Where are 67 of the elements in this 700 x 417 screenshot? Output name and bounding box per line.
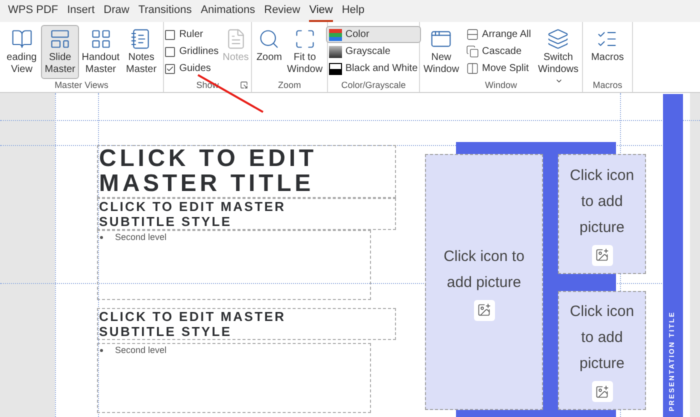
ribbon-button[interactable]: Black and White	[326, 60, 421, 77]
fit-frame-icon	[294, 28, 316, 50]
group-label: Color/Grayscale	[341, 79, 406, 92]
ribbon-button[interactable]: Cascade	[463, 43, 534, 60]
ribbon-button[interactable]: Handout Master	[80, 25, 122, 79]
master-title: CLICK TO EDIT MASTER TITLE	[99, 146, 318, 196]
grayscale-swatch-icon	[329, 46, 342, 58]
grid-icon	[90, 28, 112, 50]
ribbon-button[interactable]: Arrange All	[463, 26, 534, 43]
checkmark-icon	[166, 64, 174, 72]
placeholder-text: Click icon to add picture	[568, 166, 636, 238]
group-label: Master Views	[54, 79, 108, 92]
ribbon-button[interactable]: New Window	[421, 25, 462, 79]
windows-stack-icon	[547, 28, 570, 50]
body-placeholder[interactable]: Second level	[97, 230, 371, 300]
bullet-icon	[100, 349, 103, 352]
monochrome-swatch-icon	[329, 62, 342, 74]
picture-placeholder[interactable]: Click icon to add picture	[558, 154, 646, 274]
ribbon-button[interactable]: Switch Windows	[536, 25, 581, 79]
subtitle-text: CLICK TO EDIT MASTER SUBTITLE STYLE	[99, 199, 287, 229]
ribbon-button[interactable]: Grayscale	[326, 43, 421, 60]
annotation-line	[198, 74, 264, 113]
ribbon-tab[interactable]: Help	[342, 1, 364, 22]
placeholder-text: Click icon to add picture	[442, 246, 526, 292]
rows-icon	[466, 28, 480, 41]
ribbon-button[interactable]: Macros	[589, 25, 626, 79]
ribbon-button[interactable]: Notes Master	[122, 25, 160, 79]
ribbon-tab[interactable]: Animations	[200, 1, 256, 22]
checkbox[interactable]: Gridlines	[165, 43, 219, 60]
group-label: Window	[484, 79, 517, 92]
checkbox[interactable]: Guides	[165, 60, 219, 77]
ribbon-button[interactable]: Zoom	[254, 25, 284, 79]
ribbon-button[interactable]: Slide Master	[41, 25, 79, 79]
insert-picture-icon[interactable]	[592, 244, 612, 266]
ribbon-tab[interactable]: Insert	[67, 1, 95, 22]
checkbox[interactable]: Ruler	[165, 26, 219, 43]
ribbon-tab[interactable]: WPS PDF	[8, 1, 58, 22]
group-label: Macros	[592, 79, 622, 92]
ribbon-tab[interactable]: Draw	[104, 1, 130, 22]
color-swatch-icon	[329, 28, 342, 40]
search-icon	[258, 28, 280, 50]
ribbon-tab[interactable]: Review	[264, 1, 300, 22]
insert-picture-icon[interactable]	[474, 300, 494, 320]
book-icon	[10, 28, 33, 50]
ribbon-button[interactable]: Move Split	[463, 60, 534, 77]
subtitle-placeholder[interactable]: CLICK TO EDIT MASTER SUBTITLE STYLE	[97, 308, 396, 340]
ribbon-button[interactable]: eading View	[3, 25, 40, 79]
window-icon	[430, 28, 452, 50]
insert-picture-icon[interactable]	[592, 381, 612, 402]
picture-placeholder[interactable]: Click icon to add picture	[558, 291, 646, 410]
ribbon-button[interactable]: Fit to Window	[285, 25, 325, 79]
bullet-icon	[100, 236, 103, 239]
columns-icon	[466, 62, 480, 75]
body-placeholder[interactable]: Second level	[97, 343, 371, 413]
dialog-launcher-icon[interactable]	[240, 81, 248, 89]
placeholder-text: Click icon to add picture	[568, 302, 636, 374]
ribbon-tab[interactable]: Transitions	[138, 1, 192, 22]
subtitle-placeholder[interactable]: CLICK TO EDIT MASTER SUBTITLE STYLE	[97, 198, 396, 230]
title-placeholder[interactable]: CLICK TO EDIT MASTER TITLE	[97, 145, 396, 198]
ribbon-button[interactable]: Color	[326, 26, 421, 43]
bullet-text: Second level	[115, 344, 167, 357]
picture-placeholder[interactable]: Click icon to add picture	[425, 154, 543, 410]
bullet-text: Second level	[115, 231, 167, 244]
cascade-icon	[466, 45, 480, 58]
group-label: Zoom	[278, 79, 301, 92]
subtitle-text: CLICK TO EDIT MASTER SUBTITLE STYLE	[99, 309, 287, 339]
slide-layout-icon	[49, 28, 72, 50]
